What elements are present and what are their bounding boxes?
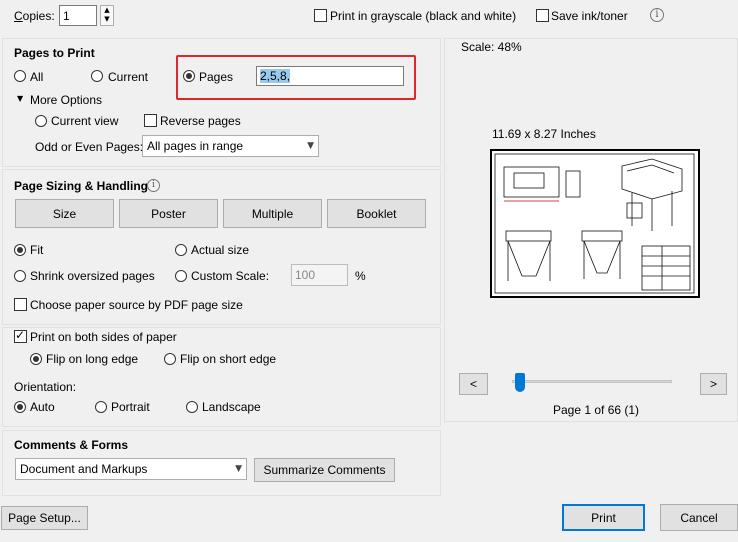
portrait-label: Portrait — [111, 400, 150, 414]
summarize-comments-button[interactable]: Summarize Comments — [254, 458, 395, 482]
fit-radio[interactable] — [14, 244, 26, 256]
page-slider-track[interactable] — [512, 380, 672, 383]
orientation-label: Orientation: — [14, 380, 77, 394]
current-label: Current — [108, 70, 149, 84]
more-options-label[interactable]: More Options — [30, 93, 102, 107]
page-setup-button[interactable]: Page Setup... — [1, 506, 88, 530]
triangle-down-icon[interactable]: ▼ — [17, 94, 23, 103]
poster-button[interactable]: Poster — [119, 199, 218, 228]
save-ink-checkbox[interactable] — [536, 9, 549, 22]
shrink-label: Shrink oversized pages — [30, 269, 155, 283]
odd-even-value: All pages in range — [147, 139, 244, 153]
portrait-radio[interactable] — [95, 401, 107, 413]
shrink-radio[interactable] — [14, 270, 26, 282]
booklet-button[interactable]: Booklet — [327, 199, 426, 228]
odd-even-select[interactable]: All pages in range ▼ — [142, 135, 319, 157]
page-slider-thumb[interactable] — [515, 373, 525, 392]
dimensions-text: 11.69 x 8.27 Inches — [492, 127, 596, 141]
print-button[interactable]: Print — [562, 504, 645, 531]
spinner-up-icon[interactable]: ▲ — [101, 6, 113, 15]
copies-label: Copies: — [14, 9, 55, 23]
current-view-radio[interactable] — [35, 115, 47, 127]
pages-radio[interactable] — [183, 70, 195, 82]
info-icon[interactable]: i — [650, 8, 664, 22]
custom-scale-label: Custom Scale: — [191, 269, 270, 283]
odd-even-label: Odd or Even Pages: — [35, 140, 144, 154]
both-sides-label: Print on both sides of paper — [30, 330, 177, 344]
percent-label: % — [355, 269, 366, 283]
auto-radio[interactable] — [14, 401, 26, 413]
page-info-text: Page 1 of 66 (1) — [553, 403, 640, 417]
pages-range-value: 2,5,8, — [260, 69, 291, 83]
grayscale-label: Print in grayscale (black and white) — [330, 9, 517, 23]
pages-label: Pages — [199, 70, 234, 84]
spinner-down-icon[interactable]: ▼ — [101, 15, 113, 24]
grayscale-checkbox[interactable] — [314, 9, 327, 22]
short-edge-radio[interactable] — [164, 353, 176, 365]
copies-input[interactable]: 1 — [59, 5, 97, 26]
multiple-button[interactable]: Multiple — [223, 199, 322, 228]
landscape-label: Landscape — [202, 400, 261, 414]
reverse-pages-checkbox[interactable] — [144, 114, 157, 127]
comments-select[interactable]: Document and Markups ▼ — [15, 458, 247, 480]
page-preview-thumbnail — [490, 149, 700, 298]
scale-text: Scale: 48% — [461, 40, 522, 54]
actual-size-radio[interactable] — [175, 244, 187, 256]
landscape-radio[interactable] — [186, 401, 198, 413]
reverse-pages-label: Reverse pages — [160, 114, 241, 128]
drawing-preview-graphic — [494, 153, 695, 294]
info-icon[interactable]: i — [147, 179, 160, 192]
all-label: All — [30, 70, 44, 84]
save-ink-label: Save ink/toner — [551, 9, 628, 23]
size-button[interactable]: Size — [15, 199, 114, 228]
paper-source-label: Choose paper source by PDF page size — [30, 298, 243, 312]
long-edge-label: Flip on long edge — [46, 352, 139, 366]
long-edge-radio[interactable] — [30, 353, 42, 365]
current-radio[interactable] — [91, 70, 103, 82]
copies-spinner[interactable]: ▲ ▼ — [100, 5, 114, 26]
custom-scale-input[interactable]: 100 — [291, 264, 348, 286]
auto-label: Auto — [30, 400, 55, 414]
chevron-down-icon: ▼ — [307, 141, 314, 151]
comments-title: Comments & Forms — [14, 438, 129, 452]
custom-scale-radio[interactable] — [175, 270, 187, 282]
chevron-down-icon: ▼ — [235, 464, 242, 474]
page-sizing-title: Page Sizing & Handling — [14, 179, 149, 193]
next-page-button[interactable]: > — [700, 373, 727, 395]
paper-source-checkbox[interactable] — [14, 298, 27, 311]
pages-to-print-title: Pages to Print — [14, 46, 95, 60]
cancel-button[interactable]: Cancel — [660, 504, 738, 531]
pages-range-input[interactable]: 2,5,8, — [256, 66, 404, 86]
current-view-label: Current view — [51, 114, 119, 128]
prev-page-button[interactable]: < — [459, 373, 488, 395]
comments-select-value: Document and Markups — [20, 462, 148, 476]
all-radio[interactable] — [14, 70, 26, 82]
fit-label: Fit — [30, 243, 44, 257]
both-sides-checkbox[interactable] — [14, 328, 27, 343]
short-edge-label: Flip on short edge — [180, 352, 277, 366]
actual-size-label: Actual size — [191, 243, 250, 257]
